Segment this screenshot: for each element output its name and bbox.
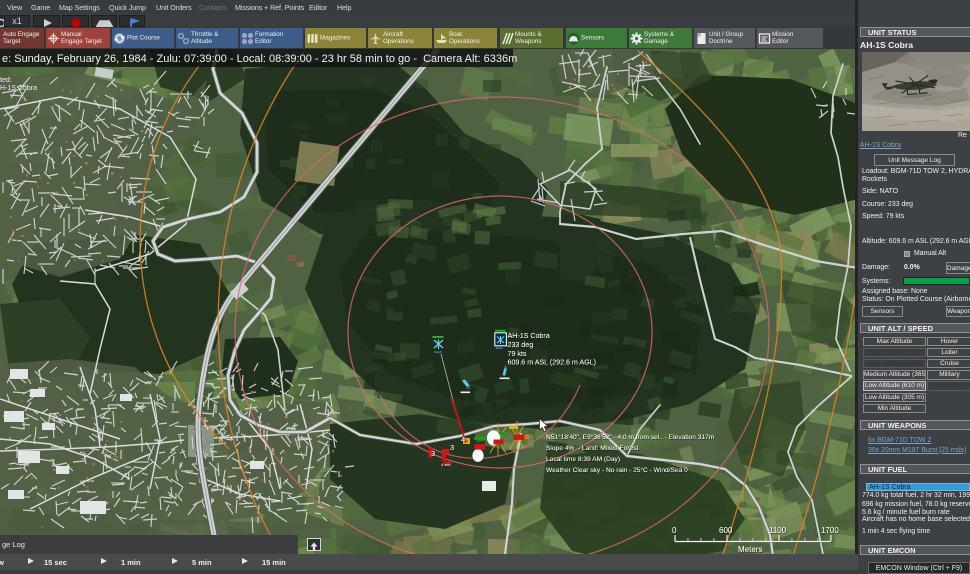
- svg-text:1700: 1700: [821, 526, 839, 535]
- svg-text:4 sec: 4 sec: [441, 462, 451, 467]
- svg-text:AH-1S: AH-1S: [434, 350, 442, 354]
- svg-text:3: 3: [450, 443, 454, 452]
- svg-text:609.6 m ASL (292.6 m AGL): 609.6 m ASL (292.6 m AGL): [508, 359, 596, 367]
- svg-text:0: 0: [672, 526, 677, 535]
- svg-text:600: 600: [719, 526, 733, 535]
- svg-text:4: 4: [461, 435, 465, 444]
- svg-text:N51°18'40", E9°36'52" - 4.0 m: N51°18'40", E9°36'52" - 4.0 m from sel..…: [546, 433, 715, 441]
- svg-text:Slope 4% - Land: Mixed Forest: Slope 4% - Land: Mixed Forest: [546, 445, 639, 452]
- svg-text:AH1S: AH1S: [496, 346, 503, 350]
- svg-text:Local time 8:39 AM (Day): Local time 8:39 AM (Day): [546, 456, 620, 463]
- svg-text:1100: 1100: [769, 526, 787, 535]
- svg-text:79 kts: 79 kts: [508, 350, 527, 358]
- svg-text:Meters: Meters: [738, 545, 762, 554]
- svg-text:233 deg: 233 deg: [508, 341, 534, 349]
- svg-text:AH-1S Cobra: AH-1S Cobra: [508, 332, 550, 340]
- svg-text:3: 3: [431, 449, 435, 458]
- svg-text:Weather Clear sky - No rain -: Weather Clear sky - No rain - 25°C - Win…: [546, 466, 688, 474]
